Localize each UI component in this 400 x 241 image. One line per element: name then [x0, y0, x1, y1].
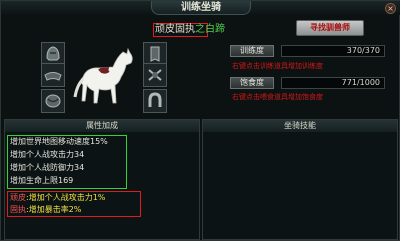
- find-trainer-button[interactable]: 寻找驯兽师: [296, 20, 364, 36]
- bonus-line: 增加个人战防御力34: [10, 163, 85, 172]
- attribute-bonus-title: 属性加成: [5, 120, 199, 132]
- bonus-line: 增加生命上限169: [10, 176, 74, 185]
- mount-name: 顽皮固执之白蹄: [155, 23, 225, 37]
- mount-training-window: 训练坐骑 × 顽皮固执之白蹄 寻找驯兽师 训练度 370/370 右键点击训练道…: [0, 0, 400, 241]
- helmet-icon: [46, 46, 60, 61]
- white-horse-icon: [73, 47, 133, 104]
- trait-tag: 顽皮: [10, 193, 26, 202]
- trait-line: 顽皮:增加个人战攻击力1%: [10, 193, 106, 202]
- hoof-slot[interactable]: [143, 89, 167, 113]
- trait-tag: 固执: [10, 205, 26, 214]
- bonus-line: 增加世界地图移动速度15%: [10, 137, 108, 146]
- trait-effect: 增加暴击率2%: [28, 205, 82, 214]
- mount-skills-panel: 坐骑技能: [202, 119, 398, 240]
- close-button[interactable]: ×: [385, 3, 396, 14]
- satiety-hint: 右键点击喂食道具增加饱食度: [232, 93, 323, 101]
- window-title: 训练坐骑: [181, 2, 221, 13]
- trait-line: 固执:增加暴击率2%: [10, 205, 82, 214]
- mount-name-suffix: 之白蹄: [195, 24, 225, 35]
- training-hint: 右键点击训练道具增加训练度: [232, 62, 323, 70]
- barding-icon: [45, 94, 61, 108]
- satiety-label: 饱食度: [230, 77, 274, 89]
- mount-name-prefix: 顽皮固执: [155, 24, 195, 35]
- mount-skills-title: 坐骑技能: [203, 120, 397, 132]
- armor-slot[interactable]: [41, 89, 65, 113]
- training-value: 370/370: [281, 45, 385, 57]
- bonus-line: 增加个人战攻击力34: [10, 150, 85, 159]
- mount-portrait: [69, 41, 137, 117]
- satiety-value: 771/1000: [281, 77, 385, 89]
- stirrup-icon: [150, 46, 160, 62]
- rein-slot[interactable]: [143, 63, 167, 87]
- trait-effect: 增加个人战攻击力1%: [28, 193, 106, 202]
- horseshoe-icon: [148, 92, 162, 107]
- training-label: 训练度: [230, 45, 274, 57]
- saddle-slot[interactable]: [41, 63, 65, 87]
- saddle-icon: [44, 72, 62, 81]
- rein-icon: [148, 69, 162, 81]
